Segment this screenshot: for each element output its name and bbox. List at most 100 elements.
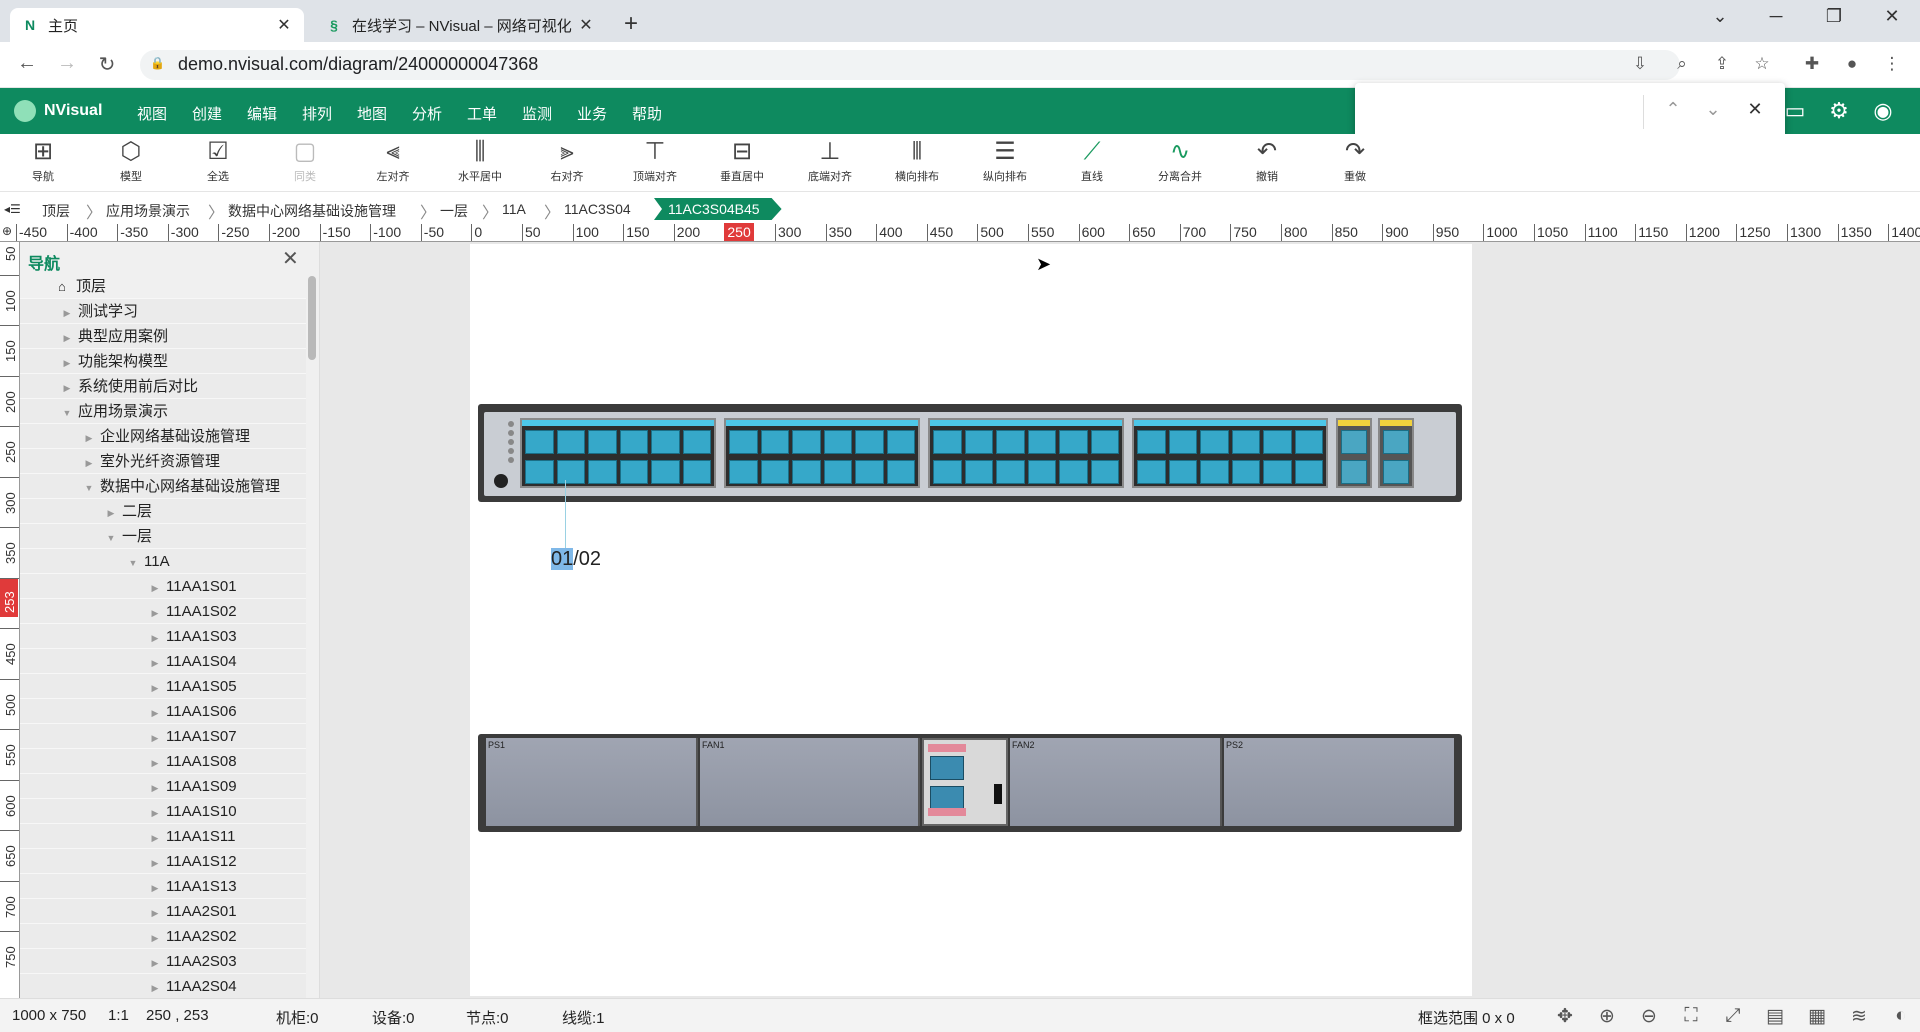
diagram-page[interactable] — [470, 244, 1472, 996]
home-icon[interactable]: ⌂ — [58, 274, 72, 299]
panel-toggle-icon[interactable]: ◂☰ — [4, 202, 21, 216]
sfp-port[interactable] — [1383, 430, 1409, 454]
caret-down-icon[interactable]: ▼ — [82, 476, 96, 501]
find-previous-icon[interactable]: ⌃ — [1661, 99, 1685, 120]
tool-redo-button[interactable]: ↷ 重做 — [1320, 138, 1390, 184]
ethernet-port[interactable] — [588, 430, 617, 454]
tree-item[interactable]: ▶ 11AA1S09 — [20, 774, 306, 799]
tree-item[interactable]: ▶ 企业网络基础设施管理 — [20, 424, 306, 449]
tool-distribute-horizontal-button[interactable]: ⫴ 横向排布 — [882, 138, 952, 184]
bookmark-star-icon[interactable]: ☆ — [1750, 54, 1774, 74]
caret-right-icon[interactable]: ▶ — [60, 351, 74, 376]
caret-right-icon[interactable]: ▶ — [60, 376, 74, 401]
ethernet-port[interactable] — [1294, 460, 1323, 484]
caret-right-icon[interactable]: ▶ — [148, 801, 162, 826]
caret-right-icon[interactable]: ▶ — [148, 676, 162, 701]
switch-rear-panel[interactable]: PS1 FAN1 FAN2 PS2 — [478, 734, 1462, 832]
profile-avatar-icon[interactable]: ● — [1840, 54, 1864, 74]
menu-view[interactable]: 视图 — [137, 103, 167, 124]
caret-right-icon[interactable]: ▶ — [148, 776, 162, 801]
ethernet-port[interactable] — [996, 460, 1025, 484]
ethernet-port[interactable] — [760, 430, 789, 454]
ethernet-port[interactable] — [729, 460, 758, 484]
tree-item[interactable]: ⌂ 顶层 — [20, 274, 306, 299]
ethernet-port[interactable] — [886, 430, 915, 454]
tree-item[interactable]: ▶ 室外光纤资源管理 — [20, 449, 306, 474]
close-window-button[interactable]: ✕ — [1872, 6, 1912, 27]
install-app-icon[interactable]: ⇩ — [1628, 54, 1652, 74]
tree-item[interactable]: ▶ 11AA2S03 — [20, 949, 306, 974]
restore-button[interactable]: ❐ — [1814, 6, 1854, 27]
ethernet-port[interactable] — [1263, 430, 1292, 454]
user-account-icon[interactable]: ◉ — [1868, 98, 1898, 124]
caret-right-icon[interactable]: ▶ — [60, 301, 74, 326]
find-in-page-icon[interactable]: ⌕ — [1670, 54, 1694, 74]
ethernet-port[interactable] — [1027, 460, 1056, 484]
ethernet-port[interactable] — [964, 430, 993, 454]
tree-item[interactable]: ▶ 11AA1S04 — [20, 649, 306, 674]
caret-right-icon[interactable]: ▶ — [148, 726, 162, 751]
tool-line-button[interactable]: ⟋ 直线 — [1057, 138, 1127, 184]
rear-bay-ps1[interactable]: PS1 — [486, 738, 698, 826]
share-icon[interactable]: ⇪ — [1710, 54, 1734, 74]
ethernet-port[interactable] — [619, 430, 648, 454]
tab-close-icon[interactable]: ✕ — [578, 15, 594, 35]
ethernet-port[interactable] — [792, 460, 821, 484]
menu-business[interactable]: 业务 — [577, 103, 607, 124]
caret-right-icon[interactable]: ▶ — [148, 976, 162, 998]
tab-search-icon[interactable]: ⌄ — [1700, 6, 1740, 27]
ethernet-port[interactable] — [823, 460, 852, 484]
zoom-out-icon[interactable]: ⊖ — [1636, 1005, 1662, 1028]
ethernet-port[interactable] — [855, 430, 884, 454]
ethernet-port[interactable] — [933, 430, 962, 454]
ethernet-port[interactable] — [651, 430, 680, 454]
menu-analyze[interactable]: 分析 — [412, 103, 442, 124]
caret-right-icon[interactable]: ▶ — [148, 701, 162, 726]
extensions-puzzle-icon[interactable]: ✚ — [1800, 54, 1824, 74]
ethernet-port[interactable] — [823, 430, 852, 454]
app-logo[interactable]: NVisual — [14, 100, 102, 122]
menu-arrange[interactable]: 排列 — [302, 103, 332, 124]
ethernet-port[interactable] — [1168, 460, 1197, 484]
ethernet-port[interactable] — [1059, 430, 1088, 454]
ethernet-port[interactable] — [1090, 430, 1119, 454]
tool-align-left-button[interactable]: ⫷ 左对齐 — [358, 138, 428, 184]
tree-item[interactable]: ▶ 11AA1S06 — [20, 699, 306, 724]
tree-item[interactable]: ▶ 11AA1S10 — [20, 799, 306, 824]
console-port[interactable] — [930, 756, 964, 780]
tree-item[interactable]: ▶ 11AA1S11 — [20, 824, 306, 849]
ethernet-port[interactable] — [1200, 460, 1229, 484]
tool-navigation-button[interactable]: ⊞ 导航 — [8, 138, 78, 184]
nav-scrollbar-thumb[interactable] — [308, 276, 316, 360]
ethernet-port[interactable] — [682, 460, 711, 484]
ethernet-port[interactable] — [1231, 460, 1260, 484]
caret-right-icon[interactable]: ▶ — [82, 451, 96, 476]
ruler-origin-icon[interactable]: ⊕ — [2, 224, 12, 238]
rear-bay-fan2[interactable]: FAN2 — [1010, 738, 1222, 826]
caret-right-icon[interactable]: ▶ — [148, 901, 162, 926]
tree-item[interactable]: ▶ 11AA1S02 — [20, 599, 306, 624]
pan-icon[interactable]: ✥ — [1552, 1005, 1578, 1028]
url-text[interactable]: demo.nvisual.com/diagram/24000000047368 — [178, 54, 538, 75]
tree-item[interactable]: ▶ 11AA1S07 — [20, 724, 306, 749]
zoom-in-icon[interactable]: ⊕ — [1594, 1005, 1620, 1028]
tree-item[interactable]: ▶ 11AA1S01 — [20, 574, 306, 599]
properties-icon[interactable]: ▤ — [1762, 1005, 1788, 1028]
management-port[interactable] — [930, 786, 964, 810]
caret-down-icon[interactable]: ▼ — [60, 401, 74, 426]
switch-front-panel[interactable] — [478, 404, 1462, 502]
caret-right-icon[interactable]: ▶ — [148, 576, 162, 601]
ethernet-port[interactable] — [619, 460, 648, 484]
ethernet-port[interactable] — [1231, 430, 1260, 454]
ethernet-port[interactable] — [855, 460, 884, 484]
ethernet-port[interactable] — [996, 430, 1025, 454]
ethernet-port[interactable] — [1294, 430, 1323, 454]
caret-right-icon[interactable]: ▶ — [148, 751, 162, 776]
nav-scrollbar[interactable] — [308, 276, 316, 996]
back-arrow-icon[interactable]: ← — [14, 52, 40, 75]
ethernet-port[interactable] — [588, 460, 617, 484]
tool-distribute-vertical-button[interactable]: ☰ 纵向排布 — [970, 138, 1040, 184]
tool-align-right-button[interactable]: ⫸ 右对齐 — [532, 138, 602, 184]
tree-item[interactable]: ▼ 11A — [20, 549, 306, 574]
breadcrumb-item[interactable]: 11AC3S04 — [564, 201, 631, 217]
